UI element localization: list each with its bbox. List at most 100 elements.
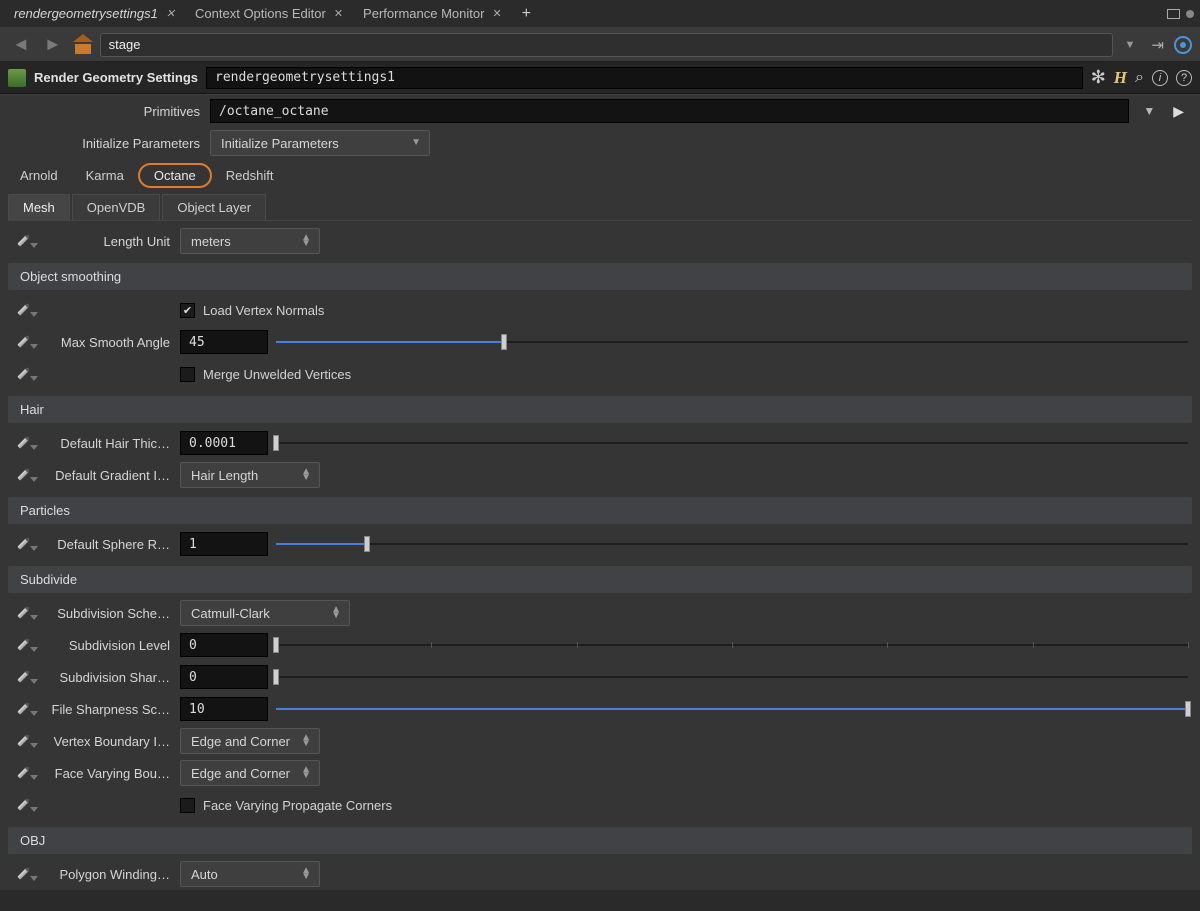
help-icon[interactable]: ?: [1176, 70, 1192, 86]
back-button[interactable]: ◄: [8, 34, 34, 55]
dropdown-value: Edge and Corner: [191, 734, 290, 749]
forward-button[interactable]: ►: [40, 34, 66, 55]
chevron-down-icon: [411, 140, 421, 146]
sub-tabs: Mesh OpenVDB Object Layer: [8, 194, 1192, 221]
maximize-icon[interactable]: [1167, 9, 1180, 19]
pen-icon[interactable]: [10, 462, 35, 487]
tab-redshift[interactable]: Redshift: [212, 163, 288, 188]
pen-icon[interactable]: [10, 760, 35, 785]
load-normals-checkbox[interactable]: ✔: [180, 303, 195, 318]
hair-thickness-slider[interactable]: [276, 434, 1188, 452]
sphere-radius-slider[interactable]: [276, 535, 1188, 553]
length-unit-dropdown[interactable]: meters: [180, 228, 320, 254]
tab-label: Performance Monitor: [363, 6, 484, 21]
close-icon[interactable]: ✕: [334, 7, 343, 20]
max-smooth-input[interactable]: [180, 330, 268, 354]
tab-openvdb[interactable]: OpenVDB: [72, 194, 161, 220]
pen-icon[interactable]: [10, 632, 35, 657]
merge-unwelded-checkbox[interactable]: [180, 367, 195, 382]
pen-icon[interactable]: [10, 228, 35, 253]
tab-arnold[interactable]: Arnold: [6, 163, 72, 188]
add-tab-button[interactable]: +: [512, 5, 541, 23]
row-polygon-winding: Polygon Winding… Auto: [0, 858, 1200, 890]
search-icon[interactable]: ⌕: [1135, 69, 1144, 87]
close-icon[interactable]: ✕: [492, 7, 501, 20]
pen-icon[interactable]: [10, 728, 35, 753]
node-header: Render Geometry Settings ✻ H ⌕ i ?: [0, 62, 1200, 94]
chevron-updown-icon: [331, 607, 341, 619]
pen-icon[interactable]: [10, 664, 35, 689]
pen-icon[interactable]: [10, 329, 35, 354]
hair-thickness-input[interactable]: [180, 431, 268, 455]
chevron-updown-icon: [301, 235, 311, 247]
pen-icon[interactable]: [10, 430, 35, 455]
tab-mesh[interactable]: Mesh: [8, 194, 70, 220]
pen-icon[interactable]: [10, 531, 35, 556]
face-propagate-label: Face Varying Propagate Corners: [203, 798, 392, 813]
gradient-interp-label: Default Gradient I…: [50, 468, 180, 483]
tab-rendergeometrysettings[interactable]: rendergeometrysettings1 ✕: [4, 2, 185, 25]
section-particles[interactable]: Particles: [8, 497, 1192, 524]
subd-scheme-dropdown[interactable]: Catmull-Clark: [180, 600, 350, 626]
pen-icon[interactable]: [10, 361, 35, 386]
pen-icon[interactable]: [10, 792, 35, 817]
primitives-dropdown-icon[interactable]: ▼: [1137, 104, 1161, 118]
section-object-smoothing[interactable]: Object smoothing: [8, 263, 1192, 290]
init-params-label: Initialize Parameters: [50, 136, 210, 151]
subd-level-slider[interactable]: [276, 636, 1188, 654]
path-input[interactable]: [100, 33, 1113, 57]
face-propagate-checkbox[interactable]: [180, 798, 195, 813]
vertex-boundary-dropdown[interactable]: Edge and Corner: [180, 728, 320, 754]
tab-karma[interactable]: Karma: [72, 163, 138, 188]
subd-sharp-input[interactable]: [180, 665, 268, 689]
pen-icon[interactable]: [10, 861, 35, 886]
file-sharp-slider[interactable]: [276, 700, 1188, 718]
tab-object-layer[interactable]: Object Layer: [162, 194, 266, 220]
section-subdivide[interactable]: Subdivide: [8, 566, 1192, 593]
sphere-radius-label: Default Sphere R…: [50, 537, 180, 552]
dropdown-value: meters: [191, 234, 231, 249]
nav-bar: ◄ ► ▼ ⇥: [0, 28, 1200, 62]
primitives-select-icon[interactable]: ▶: [1169, 103, 1188, 120]
poly-winding-dropdown[interactable]: Auto: [180, 861, 320, 887]
primitives-input[interactable]: [210, 99, 1129, 123]
gradient-interp-dropdown[interactable]: Hair Length: [180, 462, 320, 488]
vertex-boundary-label: Vertex Boundary I…: [50, 734, 180, 749]
mesh-panel: Length Unit meters Object smoothing ✔ Lo…: [0, 221, 1200, 890]
target-icon[interactable]: [1174, 36, 1192, 54]
subd-sharp-slider[interactable]: [276, 668, 1188, 686]
section-obj[interactable]: OBJ: [8, 827, 1192, 854]
gear-icon[interactable]: ✻: [1091, 67, 1106, 88]
primitives-label: Primitives: [50, 104, 210, 119]
row-default-sphere-radius: Default Sphere R…: [0, 528, 1200, 560]
tab-context-options[interactable]: Context Options Editor ✕: [185, 2, 353, 25]
houdini-h-icon[interactable]: H: [1114, 68, 1127, 88]
tab-label: rendergeometrysettings1: [14, 6, 158, 21]
tab-octane[interactable]: Octane: [138, 163, 212, 188]
row-primitives: Primitives ▼ ▶: [0, 95, 1200, 127]
file-sharp-input[interactable]: [180, 697, 268, 721]
pane-menu-icon[interactable]: [1186, 10, 1194, 18]
close-icon[interactable]: ✕: [166, 7, 175, 20]
subd-level-label: Subdivision Level: [50, 638, 180, 653]
dropdown-value: Initialize Parameters: [221, 136, 339, 151]
pin-icon[interactable]: ⇥: [1147, 36, 1168, 54]
poly-winding-label: Polygon Winding…: [50, 867, 180, 882]
info-icon[interactable]: i: [1152, 70, 1168, 86]
pen-icon[interactable]: [10, 696, 35, 721]
max-smooth-slider[interactable]: [276, 333, 1188, 351]
pen-icon[interactable]: [10, 600, 35, 625]
face-boundary-dropdown[interactable]: Edge and Corner: [180, 760, 320, 786]
dropdown-value: Catmull-Clark: [191, 606, 270, 621]
stage-icon[interactable]: [72, 36, 94, 54]
node-name-input[interactable]: [206, 67, 1083, 89]
row-load-vertex-normals: ✔ Load Vertex Normals: [0, 294, 1200, 326]
pen-icon[interactable]: [10, 297, 35, 322]
section-hair[interactable]: Hair: [8, 396, 1192, 423]
sphere-radius-input[interactable]: [180, 532, 268, 556]
path-dropdown-icon[interactable]: ▼: [1119, 39, 1142, 51]
parameter-pane: Primitives ▼ ▶ Initialize Parameters Ini…: [0, 94, 1200, 890]
subd-level-input[interactable]: [180, 633, 268, 657]
tab-performance-monitor[interactable]: Performance Monitor ✕: [353, 2, 512, 25]
init-params-dropdown[interactable]: Initialize Parameters: [210, 130, 430, 156]
